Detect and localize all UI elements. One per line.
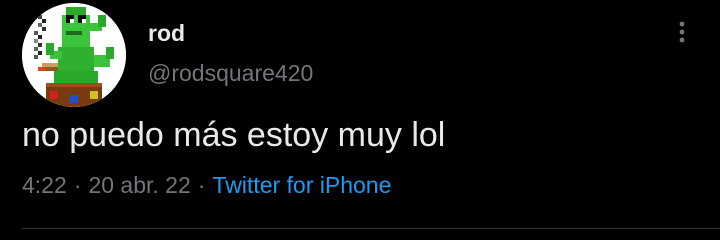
meta-separator: · (73, 172, 82, 198)
tweet-text: no puedo más estoy muy lol (22, 116, 446, 154)
tweet-meta: 4:22 · 20 abr. 22 · Twitter for iPhone (22, 170, 391, 200)
author-handle[interactable]: @rodsquare420 (148, 59, 313, 87)
author-display-name[interactable]: rod (148, 19, 185, 47)
more-vertical-icon (679, 21, 685, 43)
meta-separator: · (197, 172, 206, 198)
more-options-button[interactable] (664, 14, 700, 50)
tweet-source-link[interactable]: Twitter for iPhone (212, 172, 391, 198)
tweet-date[interactable]: 20 abr. 22 (88, 172, 190, 198)
pixel-art-green-cactus-smoking-icon (22, 3, 126, 107)
tweet: rod @rodsquare420 no puedo más estoy muy… (0, 0, 720, 240)
divider (22, 228, 720, 229)
tweet-time[interactable]: 4:22 (22, 172, 67, 198)
avatar[interactable] (22, 3, 126, 107)
